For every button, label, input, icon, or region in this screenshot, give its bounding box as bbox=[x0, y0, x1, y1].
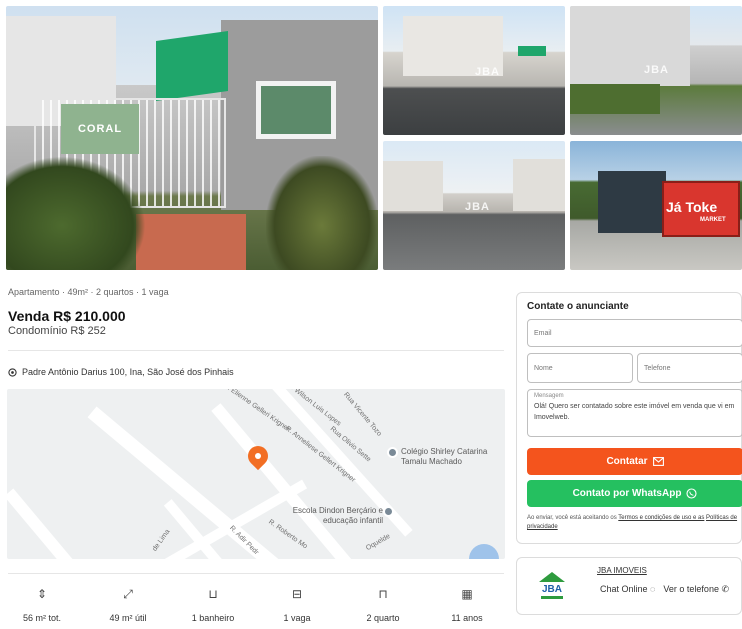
poi-label: Colégio Shirley Catarina Tamalu Machado bbox=[401, 447, 488, 466]
kiosk-canopy bbox=[598, 171, 666, 233]
window-glass bbox=[261, 86, 331, 134]
map-road bbox=[7, 488, 142, 559]
listing-summary: Apartamento · 49m² · 2 quartos · 1 vaga bbox=[8, 287, 169, 297]
market-sign: Já Toke bbox=[666, 199, 718, 215]
street-label: de Lima bbox=[151, 528, 172, 553]
message-text: Olá! Quero ser contatado sobre este imóv… bbox=[534, 403, 735, 421]
whatsapp-button[interactable]: Contato por WhatsApp bbox=[527, 480, 742, 507]
map-water bbox=[469, 544, 499, 559]
phone-field[interactable]: Telefone bbox=[637, 353, 742, 383]
map-road bbox=[87, 406, 281, 559]
whatsapp-icon bbox=[686, 488, 697, 499]
feature-label: 2 quarto bbox=[366, 613, 400, 623]
feature-label: 56 m² tot. bbox=[22, 613, 61, 623]
feature-label: 11 anos bbox=[451, 613, 483, 623]
agency-name[interactable]: JBA IMOVEIS bbox=[597, 566, 647, 575]
agency-logo[interactable]: JBA bbox=[537, 570, 567, 604]
feature-list: ⇕ 56 m² tot. ⤢ 49 m² útil ⊔ 1 banheiro ⊟… bbox=[0, 586, 505, 626]
bathroom-icon: ⊔ bbox=[208, 587, 218, 601]
area-total-icon: ⇕ bbox=[36, 587, 48, 601]
street-label: Rua Vicente Tozo bbox=[342, 391, 383, 438]
school-icon[interactable] bbox=[383, 506, 394, 517]
entrance-path bbox=[136, 214, 246, 270]
feature-label: 1 banheiro bbox=[191, 613, 235, 623]
thumbnail-photo-2[interactable]: JBA bbox=[570, 6, 742, 135]
mail-icon bbox=[652, 457, 664, 466]
message-label: Mensagem bbox=[534, 393, 564, 399]
photo-gallery: CORAL JBA JBA JBA Já Toke MARKET bbox=[6, 4, 742, 270]
contact-button[interactable]: Contatar bbox=[527, 448, 742, 475]
apartment-building bbox=[383, 161, 443, 211]
contact-button-label: Contatar bbox=[606, 456, 648, 467]
bed-icon: ⊓ bbox=[378, 587, 388, 601]
terms-disclaimer: Ao enviar, você está aceitando os Termos… bbox=[527, 514, 742, 532]
apartment-building bbox=[513, 159, 565, 211]
message-field[interactable]: Mensagem Olá! Quero ser contatado sobre … bbox=[527, 389, 742, 437]
apartment-building bbox=[570, 6, 690, 86]
phone-label: Ver o telefone bbox=[663, 584, 719, 594]
contact-title: Contate o anunciante bbox=[527, 301, 629, 312]
feature-item: ⇕ 56 m² tot. bbox=[2, 586, 82, 623]
chat-online-link[interactable]: Chat Online ◌ bbox=[600, 584, 655, 595]
email-field[interactable]: Email bbox=[527, 319, 742, 347]
car-icon: ⊟ bbox=[291, 587, 303, 601]
feature-item: ⊓ 2 quarto bbox=[343, 586, 423, 623]
main-photo[interactable]: CORAL bbox=[6, 6, 378, 270]
market-subsign: MARKET bbox=[700, 217, 726, 223]
chat-bubble-icon: ◌ bbox=[650, 584, 656, 594]
thumbnail-photo-1[interactable]: JBA bbox=[383, 6, 565, 135]
location-map[interactable]: R. Wilson Luis Lopes Rua Vicente Tozo R.… bbox=[7, 389, 505, 559]
thumbnail-photo-3[interactable]: JBA bbox=[383, 141, 565, 270]
feature-label: 49 m² útil bbox=[109, 613, 147, 623]
svg-text:JBA: JBA bbox=[542, 584, 562, 595]
street-label: Oquelde bbox=[365, 532, 392, 553]
feature-item: ▦ 11 anos bbox=[427, 586, 507, 623]
watermark-jba: JBA bbox=[475, 66, 501, 78]
school-icon[interactable] bbox=[387, 447, 398, 458]
poi-label: Escola Dindon Berçário e educação infant… bbox=[292, 506, 383, 525]
calendar-icon: ▦ bbox=[461, 587, 473, 601]
whatsapp-button-label: Contato por WhatsApp bbox=[572, 488, 682, 499]
address-line: Padre Antônio Darius 100, Ina, São José … bbox=[8, 367, 234, 377]
name-field[interactable]: Nome bbox=[527, 353, 633, 383]
shrubs-left bbox=[6, 156, 146, 270]
feature-item: ⊔ 1 banheiro bbox=[173, 586, 253, 623]
contact-form: Contate o anunciante Email Nome Telefone… bbox=[516, 292, 742, 544]
feature-item: ⤢ 49 m² útil bbox=[88, 586, 168, 623]
phone-icon: ✆ bbox=[721, 584, 730, 594]
hedge bbox=[570, 84, 660, 114]
divider bbox=[8, 350, 504, 351]
watermark-jba: JBA bbox=[465, 201, 491, 213]
green-awning bbox=[518, 46, 546, 56]
shrubs-right bbox=[266, 156, 378, 270]
thumbnail-photo-4[interactable]: Já Toke MARKET bbox=[570, 141, 742, 270]
feature-label: 1 vaga bbox=[283, 613, 311, 623]
listing-price: Venda R$ 210.000 bbox=[8, 308, 126, 324]
show-phone-link[interactable]: Ver o telefone ✆ bbox=[663, 584, 729, 595]
divider bbox=[8, 573, 504, 574]
chat-label: Chat Online bbox=[600, 584, 648, 594]
condo-sign: CORAL bbox=[61, 104, 139, 154]
feature-item: ⊟ 1 vaga bbox=[257, 586, 337, 623]
address-text: Padre Antônio Darius 100, Ina, São José … bbox=[22, 367, 234, 377]
agency-actions: Chat Online ◌ Ver o telefone ✆ bbox=[600, 584, 729, 595]
terms-link[interactable]: Termos e condições de uso e as bbox=[618, 515, 704, 521]
agency-card: JBA JBA IMOVEIS Chat Online ◌ Ver o tele… bbox=[516, 557, 742, 615]
area-useful-icon: ⤢ bbox=[123, 587, 133, 601]
watermark-jba: JBA bbox=[644, 64, 670, 76]
condo-fee: Condomínio R$ 252 bbox=[8, 325, 106, 337]
disclaimer-text: Ao enviar, você está aceitando os bbox=[527, 515, 617, 521]
pin-center bbox=[255, 453, 261, 459]
green-awning bbox=[156, 30, 228, 102]
location-pin-icon bbox=[8, 367, 17, 377]
